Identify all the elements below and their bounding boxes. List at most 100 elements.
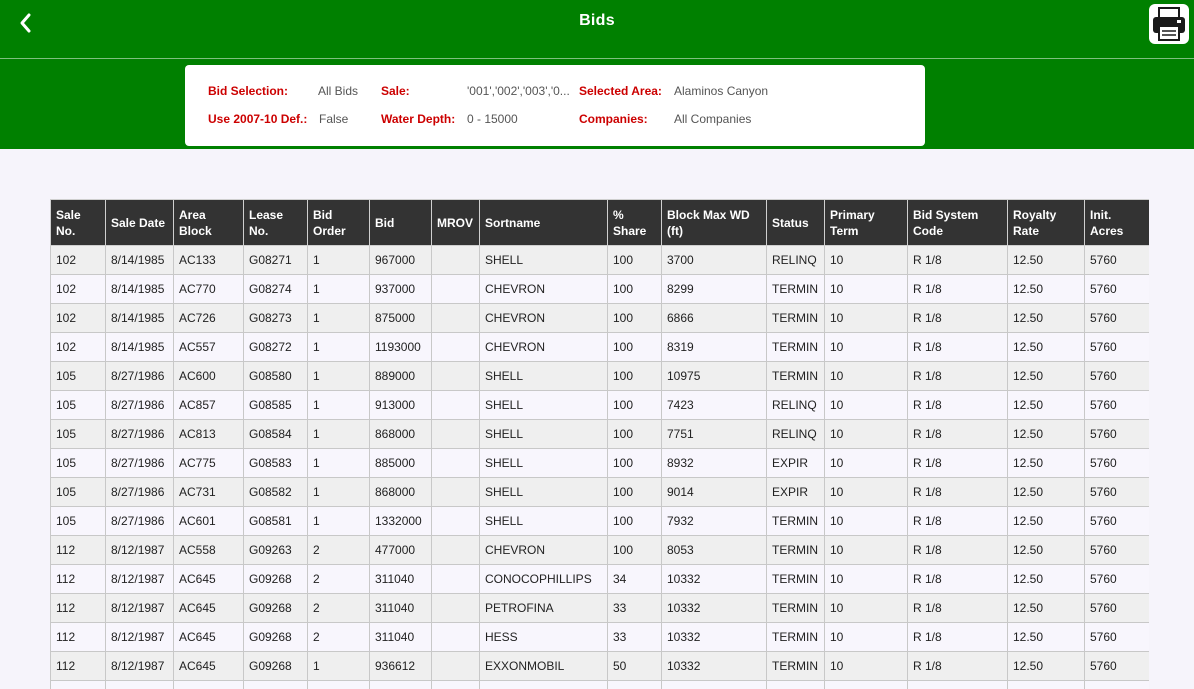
table-row[interactable] (50, 680, 1149, 689)
table-cell: TERMIN (766, 651, 825, 681)
column-header[interactable]: Status (766, 199, 825, 246)
table-cell: TERMIN (766, 564, 825, 594)
table-cell: G08580 (243, 361, 308, 391)
use-definition-label: Use 2007-10 Def.: (208, 112, 308, 126)
table-cell: 12.50 (1007, 303, 1085, 333)
table-cell (307, 680, 370, 689)
table-row[interactable]: 105 8/27/1986 AC600 G08580 1 889000 SHELL 100 10… (50, 361, 1149, 391)
table-cell: 1 (307, 506, 370, 536)
table-cell: 10 (824, 245, 908, 275)
column-header[interactable]: Sale Date (105, 199, 174, 246)
table-cell: 311040 (369, 564, 432, 594)
table-cell: G09263 (243, 535, 308, 565)
column-header[interactable]: Bid (369, 199, 432, 246)
table-cell: TERMIN (766, 593, 825, 623)
table-row[interactable]: 112 8/12/1987 AC645 G09268 2 311040 HESS 33 1033… (50, 622, 1149, 652)
bid-selection-value: All Bids (318, 84, 359, 98)
column-header[interactable]: MROV (431, 199, 480, 246)
table-cell: 100 (607, 535, 662, 565)
table-cell: 33 (607, 593, 662, 623)
filter-summary-panel: Bid Selection: All Bids Sale: '001','002… (185, 65, 925, 146)
table-cell: 105 (50, 448, 106, 478)
table-cell: 477000 (369, 535, 432, 565)
table-row[interactable]: 105 8/27/1986 AC857 G08585 1 913000 SHELL 100 74… (50, 390, 1149, 420)
bids-table-container[interactable]: Sale No. Sale Date Area Block Lease No. Bid… (50, 199, 1149, 689)
column-header[interactable]: Area Block (173, 199, 244, 246)
table-cell: G09268 (243, 564, 308, 594)
table-cell: 1 (307, 361, 370, 391)
table-cell: 100 (607, 332, 662, 362)
table-cell (243, 680, 308, 689)
table-cell: 10332 (661, 593, 767, 623)
table-cell: 10 (824, 593, 908, 623)
column-header[interactable]: Bid Order (307, 199, 370, 246)
table-cell: 12.50 (1007, 332, 1085, 362)
table-cell: EXPIR (766, 477, 825, 507)
table-cell: 105 (50, 477, 106, 507)
table-row[interactable]: 105 8/27/1986 AC813 G08584 1 868000 SHELL 100 77… (50, 419, 1149, 449)
column-header[interactable]: Bid System Code (907, 199, 1008, 246)
table-cell: 10 (824, 419, 908, 449)
table-row[interactable]: 112 8/12/1987 AC645 G09268 2 311040 PETROFINA 3… (50, 593, 1149, 623)
table-cell: R 1/8 (907, 419, 1008, 449)
table-cell: AC775 (173, 448, 244, 478)
table-cell: 5760 (1084, 332, 1149, 362)
column-header[interactable]: Block Max WD (ft) (661, 199, 767, 246)
table-cell: R 1/8 (907, 303, 1008, 333)
column-header[interactable]: % Share (607, 199, 662, 246)
table-row[interactable]: 102 8/14/1985 AC770 G08274 1 937000 CHEVRON 100… (50, 274, 1149, 304)
table-cell: AC731 (173, 477, 244, 507)
table-cell: G08274 (243, 274, 308, 304)
table-cell: R 1/8 (907, 332, 1008, 362)
table-cell: 6866 (661, 303, 767, 333)
column-header[interactable]: Primary Term (824, 199, 908, 246)
table-cell: SHELL (479, 390, 608, 420)
table-cell: RELINQ (766, 390, 825, 420)
column-header[interactable]: Lease No. (243, 199, 308, 246)
table-cell: R 1/8 (907, 448, 1008, 478)
table-row[interactable]: 102 8/14/1985 AC726 G08273 1 875000 CHEVRON 100… (50, 303, 1149, 333)
table-cell: R 1/8 (907, 651, 1008, 681)
table-cell: 12.50 (1007, 274, 1085, 304)
table-cell: 10 (824, 332, 908, 362)
table-cell: 8299 (661, 274, 767, 304)
table-cell: 112 (50, 535, 106, 565)
table-cell: R 1/8 (907, 274, 1008, 304)
table-row[interactable]: 112 8/12/1987 AC558 G09263 2 477000 CHEVRON 100… (50, 535, 1149, 565)
table-row[interactable]: 105 8/27/1986 AC775 G08583 1 885000 SHELL 100 89… (50, 448, 1149, 478)
table-row[interactable]: 112 8/12/1987 AC645 G09268 1 936612 EXXONMOBIL… (50, 651, 1149, 681)
table-cell: G08271 (243, 245, 308, 275)
table-cell: AC813 (173, 419, 244, 449)
table-cell: R 1/8 (907, 564, 1008, 594)
column-header[interactable]: Sortname (479, 199, 608, 246)
table-cell: 967000 (369, 245, 432, 275)
table-cell: 105 (50, 361, 106, 391)
table-cell: AC558 (173, 535, 244, 565)
column-header[interactable]: Sale No. (50, 199, 106, 246)
table-cell: TERMIN (766, 506, 825, 536)
table-cell (173, 680, 244, 689)
table-cell: G09268 (243, 622, 308, 652)
table-row[interactable]: 112 8/12/1987 AC645 G09268 2 311040 CONOCOPHIL… (50, 564, 1149, 594)
table-row[interactable]: 105 8/27/1986 AC601 G08581 1 1332000 SHELL 100 7… (50, 506, 1149, 536)
column-header[interactable]: Init. Acres (1084, 199, 1149, 246)
column-header[interactable]: Royalty Rate (1007, 199, 1085, 246)
bid-selection-label: Bid Selection: (208, 84, 289, 98)
printer-icon[interactable] (1149, 4, 1189, 44)
table-cell: 5760 (1084, 593, 1149, 623)
page-title: Bids (579, 12, 615, 29)
table-cell: 8/27/1986 (105, 448, 174, 478)
table-cell: CHEVRON (479, 332, 608, 362)
table-cell (105, 680, 174, 689)
table-cell: R 1/8 (907, 622, 1008, 652)
table-cell: 105 (50, 419, 106, 449)
table-cell: 12.50 (1007, 593, 1085, 623)
table-row[interactable]: 102 8/14/1985 AC133 G08271 1 967000 SHELL 100 37… (50, 245, 1149, 275)
table-row[interactable]: 105 8/27/1986 AC731 G08582 1 868000 SHELL 100 90… (50, 477, 1149, 507)
print-button[interactable] (1149, 4, 1189, 44)
table-cell: 311040 (369, 593, 432, 623)
table-row[interactable]: 102 8/14/1985 AC557 G08272 1 1193000 CHEVRON 10… (50, 332, 1149, 362)
table-cell (431, 535, 480, 565)
table-cell: 1 (307, 303, 370, 333)
table-cell: AC770 (173, 274, 244, 304)
